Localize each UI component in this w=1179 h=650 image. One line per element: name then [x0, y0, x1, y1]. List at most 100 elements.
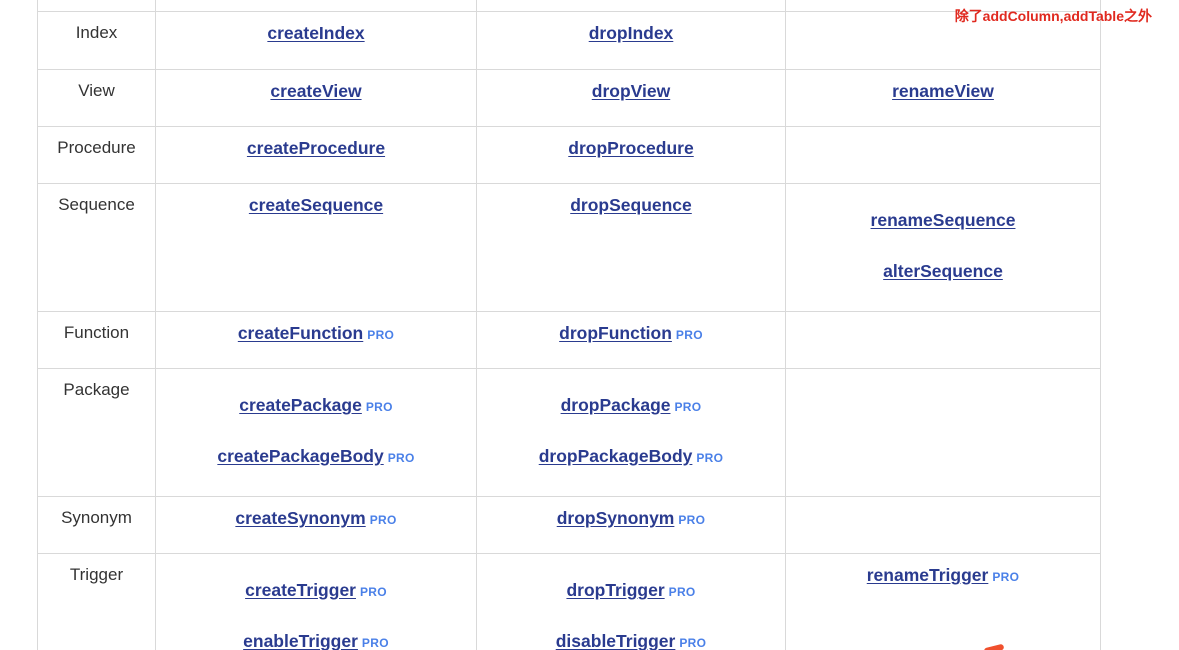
change-type-link[interactable]: dropSequence [570, 195, 692, 215]
link-line: renameTrigger PRO [786, 563, 1100, 589]
create-links: createSynonym PRO [156, 497, 476, 532]
link-line: renameView [786, 79, 1100, 104]
type-label: Sequence [58, 195, 135, 214]
change-type-link[interactable]: createPackage [239, 395, 362, 415]
type-cell: Procedure [37, 126, 156, 184]
other-cell [785, 368, 1101, 497]
type-cell: Trigger [37, 553, 156, 650]
change-type-link[interactable]: enableTrigger [243, 631, 358, 650]
pro-badge: PRO [387, 451, 415, 465]
pro-badge: PRO [674, 400, 702, 414]
pro-badge: PRO [992, 570, 1020, 584]
type-label: Procedure [57, 138, 136, 157]
link-line: enableTrigger PRO [156, 629, 476, 650]
create-cell: createTrigger PRO enableTrigger PRO [155, 553, 477, 650]
change-type-link[interactable]: dropView [592, 81, 670, 101]
change-type-link[interactable]: createSynonym [235, 508, 365, 528]
change-type-link[interactable]: createView [270, 81, 361, 101]
other-links: renameTrigger PRO [786, 554, 1100, 589]
type-cell: Index [37, 11, 156, 70]
pro-badge: PRO [369, 513, 397, 527]
create-cell: createIndex [155, 11, 477, 70]
page: Index createIndex dropIndex View createView d… [0, 0, 1179, 650]
change-type-link[interactable]: createTrigger [245, 580, 356, 600]
create-cell: createSynonym PRO [155, 496, 477, 554]
link-line: disableTrigger PRO [477, 629, 785, 650]
pro-badge: PRO [361, 636, 389, 650]
link-line: dropSequence [477, 193, 785, 218]
link-line: dropIndex [477, 21, 785, 46]
type-label: Index [75, 23, 118, 42]
link-line: dropPackageBody PRO [477, 444, 785, 495]
other-cell: renameSequence alterSequence [785, 183, 1101, 312]
change-type-link[interactable]: dropPackage [561, 395, 671, 415]
drop-links: dropSequence [477, 184, 785, 218]
drop-cell: dropFunction PRO [476, 311, 786, 369]
change-type-link[interactable]: dropFunction [559, 323, 672, 343]
drop-cell: dropSynonym PRO [476, 496, 786, 554]
pro-badge: PRO [696, 451, 724, 465]
link-line: createProcedure [156, 136, 476, 161]
drop-links: dropIndex [477, 12, 785, 46]
type-cell: Function [37, 311, 156, 369]
link-line: dropTrigger PRO [477, 578, 785, 629]
change-type-link[interactable]: createProcedure [247, 138, 385, 158]
other-cell: renameView [785, 69, 1101, 127]
drop-links: dropView [477, 70, 785, 104]
change-type-link[interactable]: createFunction [238, 323, 363, 343]
link-line: dropView [477, 79, 785, 104]
change-type-link[interactable]: createIndex [267, 23, 364, 43]
link-line: createPackage PRO [156, 393, 476, 444]
change-type-link[interactable]: alterSequence [883, 261, 1003, 281]
link-line: dropSynonym PRO [477, 506, 785, 532]
table-row [37, 0, 1101, 12]
link-line: createFunction PRO [156, 321, 476, 347]
corner-annotation: 除了addColumn,addTable之外 [954, 8, 1152, 24]
drop-links: dropProcedure [477, 127, 785, 161]
table-row: Package createPackage PRO createPackageBody… [37, 368, 1101, 497]
type-label: Synonym [61, 508, 132, 527]
drop-cell: dropSequence [476, 183, 786, 312]
pro-badge: PRO [367, 328, 395, 342]
link-line: dropPackage PRO [477, 393, 785, 444]
type-label: Package [63, 380, 130, 399]
change-type-link[interactable]: createPackageBody [217, 446, 383, 466]
drop-cell: dropProcedure [476, 126, 786, 184]
change-type-link[interactable]: renameView [892, 81, 994, 101]
change-type-link[interactable]: renameTrigger [867, 565, 989, 585]
pro-badge: PRO [365, 400, 393, 414]
table-row: Function createFunction PRO dropFunction PRO [37, 311, 1101, 369]
drop-links: dropPackage PRO dropPackageBody PRO [477, 369, 785, 495]
type-cell: View [37, 69, 156, 127]
create-cell: createProcedure [155, 126, 477, 184]
change-type-link[interactable]: dropTrigger [566, 580, 664, 600]
create-links: createFunction PRO [156, 312, 476, 347]
table-row: Index createIndex dropIndex [37, 11, 1101, 70]
create-links: createTrigger PRO enableTrigger PRO [156, 554, 476, 650]
change-type-link[interactable]: dropProcedure [568, 138, 693, 158]
type-cell: Package [37, 368, 156, 497]
create-links: createView [156, 70, 476, 104]
link-line: dropFunction PRO [477, 321, 785, 347]
create-cell: createView [155, 69, 477, 127]
link-line: renameSequence [786, 208, 1100, 259]
table-row: Trigger createTrigger PRO enableTrigger PRO d… [37, 553, 1101, 650]
change-type-link[interactable]: renameSequence [871, 210, 1016, 230]
create-links: createPackage PRO createPackageBody PRO [156, 369, 476, 495]
drop-links: dropTrigger PRO disableTrigger PRO [477, 554, 785, 650]
drop-cell: dropTrigger PRO disableTrigger PRO [476, 553, 786, 650]
link-line: createIndex [156, 21, 476, 46]
type-cell: Synonym [37, 496, 156, 554]
type-cell: Sequence [37, 183, 156, 312]
link-line: createView [156, 79, 476, 104]
change-types-body: Index createIndex dropIndex View createView d… [37, 0, 1101, 650]
create-links: createIndex [156, 12, 476, 46]
change-type-link[interactable]: dropIndex [589, 23, 674, 43]
change-type-link[interactable]: disableTrigger [556, 631, 676, 650]
change-type-link[interactable]: dropSynonym [557, 508, 675, 528]
other-cell: renameTrigger PRO [785, 553, 1101, 650]
other-cell [785, 311, 1101, 369]
change-type-link[interactable]: dropPackageBody [539, 446, 693, 466]
link-line: createSynonym PRO [156, 506, 476, 532]
change-type-link[interactable]: createSequence [249, 195, 383, 215]
